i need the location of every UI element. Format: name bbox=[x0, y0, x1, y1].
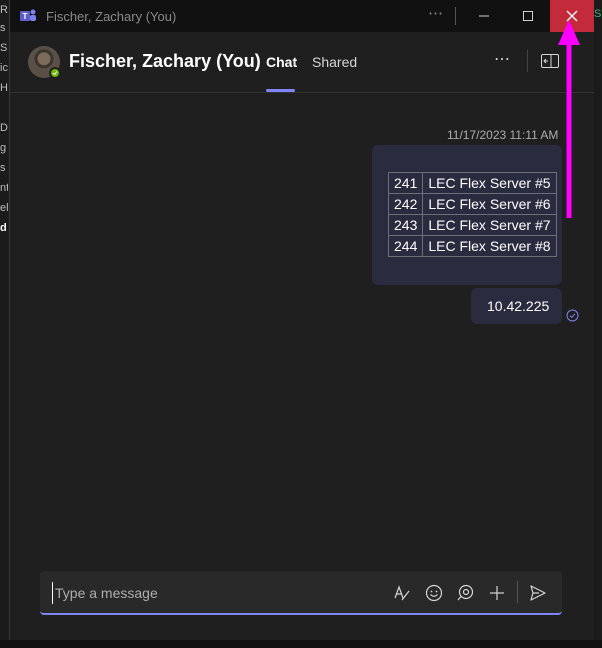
close-button[interactable] bbox=[550, 0, 594, 32]
minimize-icon bbox=[479, 15, 489, 17]
table-cell-server: LEC Flex Server #8 bbox=[422, 235, 557, 257]
message-input[interactable] bbox=[52, 582, 372, 604]
header-divider bbox=[527, 50, 528, 72]
emoji-icon[interactable] bbox=[424, 583, 444, 603]
table-row: 241 LEC Flex Server #5 bbox=[387, 172, 557, 194]
more-options-icon[interactable]: ⋯ bbox=[428, 4, 444, 22]
message-bubble-table[interactable]: 241 LEC Flex Server #5 242 LEC Flex Server… bbox=[372, 145, 562, 285]
table-row: 243 LEC Flex Server #7 bbox=[387, 214, 557, 236]
contact-name: Fischer, Zachary (You) bbox=[69, 51, 261, 71]
background-app-left: ResSicHe Dcgsntelpd bbox=[0, 0, 10, 648]
svg-text:T: T bbox=[23, 12, 28, 21]
title-divider bbox=[455, 7, 456, 25]
add-icon[interactable] bbox=[487, 583, 507, 603]
active-tab-indicator bbox=[266, 89, 295, 92]
teams-icon: T bbox=[20, 9, 36, 21]
table-cell-id: 244 bbox=[387, 235, 424, 257]
loop-icon[interactable] bbox=[455, 583, 475, 603]
table-cell-id: 243 bbox=[387, 214, 424, 236]
close-icon bbox=[566, 10, 578, 22]
table-cell-id: 241 bbox=[387, 172, 424, 194]
minimize-button[interactable] bbox=[462, 0, 506, 32]
window-title: Fischer, Zachary (You) bbox=[46, 9, 177, 24]
message-bubble-ip[interactable]: 10.42.225 bbox=[471, 288, 562, 324]
tab-shared[interactable]: Shared bbox=[312, 54, 357, 70]
background-app-right: S bbox=[594, 0, 602, 648]
message-composer bbox=[40, 571, 562, 615]
popout-icon[interactable] bbox=[541, 54, 559, 68]
maximize-button[interactable] bbox=[506, 0, 550, 32]
table-row: 242 LEC Flex Server #6 bbox=[387, 193, 557, 215]
title-bar: T Fischer, Zachary (You) ⋯ bbox=[10, 0, 594, 32]
maximize-icon bbox=[523, 11, 533, 21]
table-cell-server: LEC Flex Server #5 bbox=[422, 172, 557, 194]
composer-divider bbox=[517, 581, 518, 603]
background-taskbar-edge bbox=[0, 640, 602, 648]
message-timestamp: 11/17/2023 11:11 AM bbox=[447, 128, 559, 142]
table-row: 244 LEC Flex Server #8 bbox=[387, 235, 557, 257]
chat-header: Fischer, Zachary (You) Chat Shared ⋯ bbox=[10, 32, 594, 93]
chat-window: T Fischer, Zachary (You) ⋯ Fischer, Zach… bbox=[10, 0, 594, 640]
tab-chat[interactable]: Chat bbox=[266, 54, 297, 70]
send-icon[interactable] bbox=[528, 583, 548, 603]
format-icon[interactable] bbox=[392, 583, 412, 603]
server-table: 241 LEC Flex Server #5 242 LEC Flex Server… bbox=[387, 172, 557, 257]
read-receipt-icon bbox=[566, 309, 579, 322]
more-options-icon[interactable]: ⋯ bbox=[494, 49, 511, 69]
presence-available-icon bbox=[49, 67, 61, 79]
table-cell-server: LEC Flex Server #6 bbox=[422, 193, 557, 215]
table-cell-id: 242 bbox=[387, 193, 424, 215]
table-cell-server: LEC Flex Server #7 bbox=[422, 214, 557, 236]
message-text: 10.42.225 bbox=[487, 298, 550, 314]
